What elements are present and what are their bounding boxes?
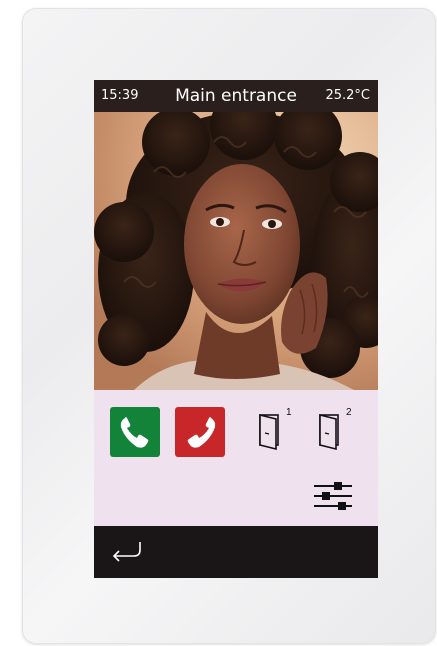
- status-bar: 15:39 Main entrance 25.2°C: [94, 80, 378, 112]
- back-button[interactable]: [106, 536, 146, 566]
- visitor-image: [94, 112, 378, 390]
- hangup-call-button[interactable]: [175, 407, 225, 457]
- open-door-1-button[interactable]: 1: [256, 407, 300, 453]
- door-2-label: 2: [346, 407, 352, 418]
- phone-answer-icon: [120, 417, 149, 448]
- door-icon: [259, 413, 279, 451]
- intercom-screen: 15:39 Main entrance 25.2°C 1 2: [94, 80, 378, 578]
- door-icon: [319, 413, 339, 451]
- camera-feed: [94, 112, 378, 390]
- back-arrow-icon: [112, 542, 141, 562]
- equalizer-sliders-icon: [314, 482, 352, 510]
- open-door-2-button[interactable]: 2: [316, 407, 360, 453]
- call-controls: 1 2: [94, 390, 378, 526]
- answer-call-button[interactable]: [110, 407, 160, 457]
- door-1-label: 1: [286, 407, 292, 418]
- temperature: 25.2°C: [325, 88, 370, 103]
- phone-hangup-icon: [187, 417, 216, 448]
- navigation-bar: [94, 526, 378, 578]
- settings-button[interactable]: [312, 478, 356, 514]
